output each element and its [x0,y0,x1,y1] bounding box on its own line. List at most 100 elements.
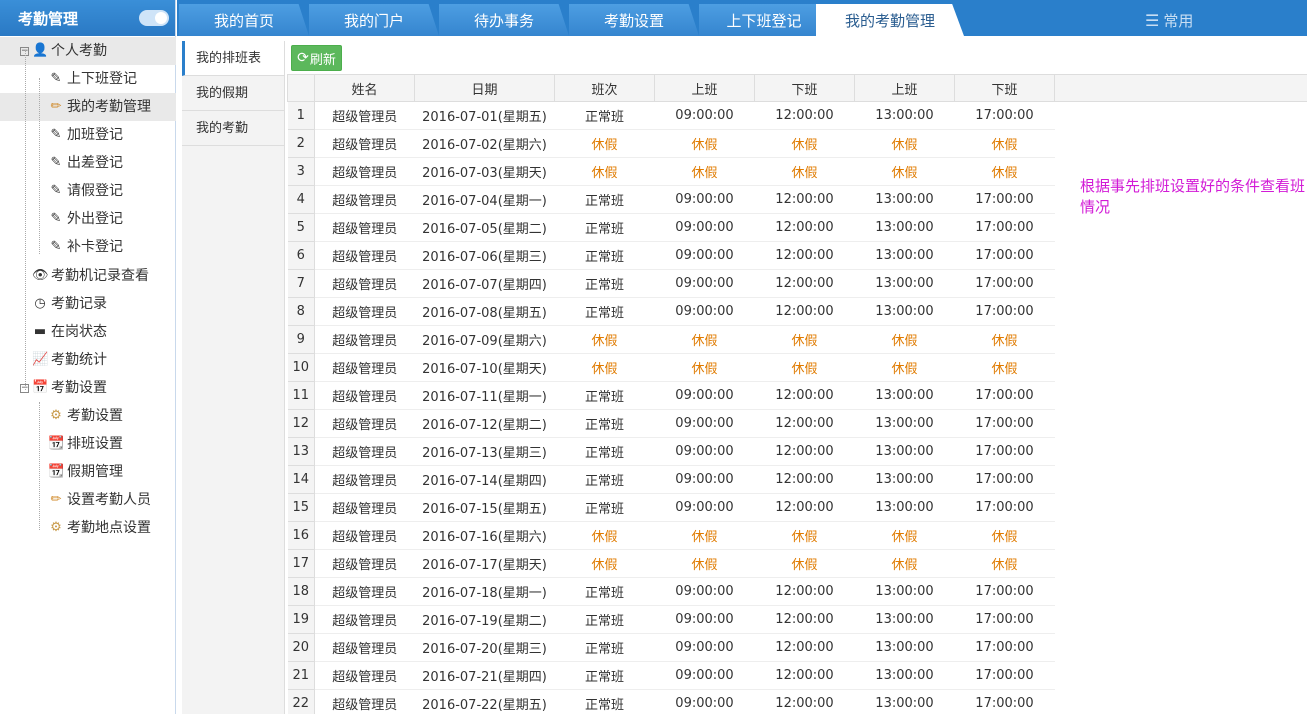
table-cell: 正常班 [554,185,655,214]
common-label: 常用 [1163,12,1194,30]
column-header[interactable]: 上班 [854,74,955,102]
row-number: 19 [287,605,315,634]
table-cell: 休假 [954,549,1055,578]
top-tab-3[interactable]: 考勤设置 [569,4,699,36]
sidebar-item-label: 考勤设置 [67,408,123,424]
table-cell: 休假 [754,129,855,158]
column-header[interactable]: 日期 [414,74,555,102]
table-cell: 正常班 [554,381,655,410]
sidebar-item-13[interactable]: ⚙ 考勤设置 [48,402,123,430]
row-number-header [287,74,315,102]
table-row[interactable]: 3 超级管理员 2016-07-03(星期天) 休假 休假 休假 休假 休假 [287,157,1055,186]
table-cell: 正常班 [554,297,655,326]
table-cell: 正常班 [554,661,655,690]
table-cell: 2016-07-03(星期天) [414,157,555,186]
table-cell: 12:00:00 [754,437,855,466]
table-cell: 2016-07-21(星期四) [414,661,555,690]
sidebar-toggle[interactable] [139,10,169,26]
sidebar-item-11[interactable]: 📈 考勤统计 [32,346,107,374]
table-row[interactable]: 20 超级管理员 2016-07-20(星期三) 正常班 09:00:00 12:00:0… [287,633,1055,662]
sidebar-item-12[interactable]: − 📅 考勤设置 [20,374,107,402]
table-row[interactable]: 14 超级管理员 2016-07-14(星期四) 正常班 09:00:00 12:00:0… [287,465,1055,494]
column-header[interactable]: 下班 [954,74,1055,102]
table-cell: 17:00:00 [954,577,1055,606]
calendar-icon: 📆 [48,464,65,479]
sidebar-item-9[interactable]: ◷ 考勤记录 [32,290,107,318]
sidebar-item-10[interactable]: ▬ 在岗状态 [32,318,107,346]
sidebar-item-14[interactable]: 📆 排班设置 [48,430,123,458]
top-tab-1[interactable]: 我的门户 [309,4,439,36]
edit-icon: ✎ [50,155,62,170]
table-cell: 17:00:00 [954,465,1055,494]
table-row[interactable]: 6 超级管理员 2016-07-06(星期三) 正常班 09:00:00 12:00:00… [287,241,1055,270]
table-row[interactable]: 22 超级管理员 2016-07-22(星期五) 正常班 09:00:00 12:00:0… [287,689,1055,714]
sidebar-item-5[interactable]: ✎ 请假登记 [48,177,123,205]
table-row[interactable]: 4 超级管理员 2016-07-04(星期一) 正常班 09:00:00 12:00:00… [287,185,1055,214]
sidebar-item-17[interactable]: ⚙ 考勤地点设置 [48,514,151,542]
refresh-button[interactable]: ⟳ 刷新 [291,45,342,71]
column-header[interactable]: 班次 [554,74,655,102]
table-cell: 休假 [954,353,1055,382]
top-tab-5[interactable]: 我的考勤管理 [816,4,964,36]
table-cell: 超级管理员 [314,269,415,298]
table-cell: 17:00:00 [954,409,1055,438]
table-cell: 13:00:00 [854,101,955,130]
table-row[interactable]: 13 超级管理员 2016-07-13(星期三) 正常班 09:00:00 12:00:0… [287,437,1055,466]
table-row[interactable]: 7 超级管理员 2016-07-07(星期四) 正常班 09:00:00 12:00:00… [287,269,1055,298]
eye-icon: 👁 [32,268,49,283]
sidebar-item-0[interactable]: − 👤 个人考勤 [20,37,107,65]
table-row[interactable]: 1 超级管理员 2016-07-01(星期五) 正常班 09:00:00 12:00:00… [287,101,1055,130]
top-tab-4[interactable]: 上下班登记 [699,4,829,36]
common-menu[interactable]: ☰ 常用 [1145,10,1193,31]
column-header[interactable]: 下班 [754,74,855,102]
tree-guide-line [39,402,40,530]
table-row[interactable]: 10 超级管理员 2016-07-10(星期天) 休假 休假 休假 休假 休假 [287,353,1055,382]
table-row[interactable]: 12 超级管理员 2016-07-12(星期二) 正常班 09:00:00 12:00:0… [287,409,1055,438]
table-row[interactable]: 9 超级管理员 2016-07-09(星期六) 休假 休假 休假 休假 休假 [287,325,1055,354]
table-row[interactable]: 2 超级管理员 2016-07-02(星期六) 休假 休假 休假 休假 休假 [287,129,1055,158]
table-row[interactable]: 5 超级管理员 2016-07-05(星期二) 正常班 09:00:00 12:00:00… [287,213,1055,242]
sidebar-item-6[interactable]: ✎ 外出登记 [48,205,123,233]
table-cell: 12:00:00 [754,409,855,438]
table-cell: 正常班 [554,605,655,634]
sidebar-item-3[interactable]: ✎ 加班登记 [48,121,123,149]
sidebar-item-7[interactable]: ✎ 补卡登记 [48,233,123,261]
sidebar-header: 考勤管理 [0,0,175,36]
sub-tab-1[interactable]: 我的假期 [182,76,284,111]
row-number: 7 [287,269,315,298]
table-row[interactable]: 8 超级管理员 2016-07-08(星期五) 正常班 09:00:00 12:00:00… [287,297,1055,326]
table-row[interactable]: 18 超级管理员 2016-07-18(星期一) 正常班 09:00:00 12:00:0… [287,577,1055,606]
table-cell: 超级管理员 [314,353,415,382]
table-cell: 09:00:00 [654,465,755,494]
table-cell: 正常班 [554,493,655,522]
table-row[interactable]: 21 超级管理员 2016-07-21(星期四) 正常班 09:00:00 12:00:0… [287,661,1055,690]
sidebar-item-label: 个人考勤 [51,43,107,59]
sidebar-item-2[interactable]: ✏ 我的考勤管理 [48,93,151,121]
top-tab-0[interactable]: 我的首页 [179,4,309,36]
row-number: 2 [287,129,315,158]
table-row[interactable]: 17 超级管理员 2016-07-17(星期天) 休假 休假 休假 休假 休假 [287,549,1055,578]
top-tab-2[interactable]: 待办事务 [439,4,569,36]
table-cell: 12:00:00 [754,493,855,522]
table-cell: 休假 [854,157,955,186]
menu-lines-icon: ☰ [1145,11,1160,30]
table-row[interactable]: 15 超级管理员 2016-07-15(星期五) 正常班 09:00:00 12:00:0… [287,493,1055,522]
table-row[interactable]: 16 超级管理员 2016-07-16(星期六) 休假 休假 休假 休假 休假 [287,521,1055,550]
tree-guide-line [25,50,26,390]
column-header[interactable]: 姓名 [314,74,415,102]
table-row[interactable]: 11 超级管理员 2016-07-11(星期一) 正常班 09:00:00 12:00:0… [287,381,1055,410]
sub-tab-0[interactable]: 我的排班表 [182,41,284,76]
sidebar-item-8[interactable]: 👁 考勤机记录查看 [32,262,149,290]
sidebar-item-15[interactable]: 📆 假期管理 [48,458,123,486]
sub-tab-2[interactable]: 我的考勤 [182,111,284,146]
refresh-icon: ⟳ [297,50,309,66]
table-cell: 休假 [654,549,755,578]
table-row[interactable]: 19 超级管理员 2016-07-19(星期二) 正常班 09:00:00 12:00:0… [287,605,1055,634]
column-header[interactable]: 上班 [654,74,755,102]
table-cell: 2016-07-20(星期三) [414,633,555,662]
table-cell: 休假 [554,325,655,354]
sidebar-item-16[interactable]: ✏ 设置考勤人员 [48,486,151,514]
row-number: 1 [287,101,315,130]
sidebar-item-4[interactable]: ✎ 出差登记 [48,149,123,177]
sidebar-item-1[interactable]: ✎ 上下班登记 [48,65,137,93]
